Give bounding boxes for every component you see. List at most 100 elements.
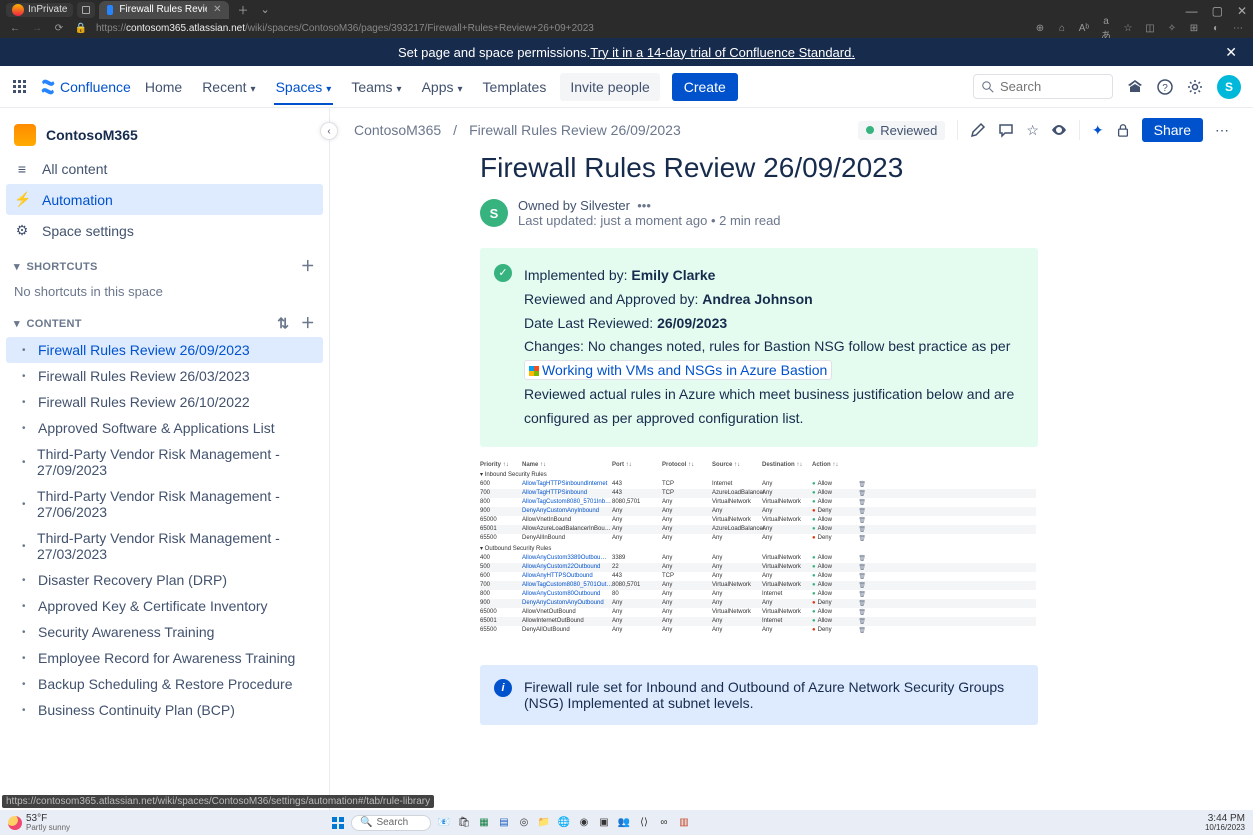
toolbar-separator <box>957 120 958 140</box>
content-tree-item[interactable]: •Third-Party Vendor Risk Management - 27… <box>6 525 323 567</box>
promo-link[interactable]: Try it in a 14-day trial of Confluence S… <box>590 45 855 60</box>
lock-icon[interactable] <box>1116 123 1130 137</box>
sidebar-item-all-content[interactable]: ≡ All content <box>0 154 329 184</box>
window-close-button[interactable]: ✕ <box>1237 4 1247 18</box>
search-input[interactable] <box>1000 79 1104 94</box>
content-tree-item[interactable]: •Third-Party Vendor Risk Management - 27… <box>6 441 323 483</box>
content-tree-item[interactable]: •Firewall Rules Review 26/09/2023 <box>6 337 323 363</box>
refresh-button[interactable]: ⟳ <box>52 23 66 34</box>
global-search[interactable] <box>973 74 1113 99</box>
back-button[interactable]: ← <box>8 23 22 34</box>
content-tree-item[interactable]: •Approved Software & Applications List <box>6 415 323 441</box>
share-button[interactable]: Share <box>1142 118 1203 142</box>
breadcrumb-space[interactable]: ContosoM365 <box>354 122 441 138</box>
taskbar-app-vs[interactable]: ∞ <box>657 816 671 830</box>
forward-button[interactable]: → <box>30 23 44 34</box>
promo-close-icon[interactable]: ✕ <box>1225 44 1237 61</box>
split-icon[interactable]: ◫ <box>1143 23 1157 34</box>
ai-icon[interactable]: ✦ <box>1092 122 1104 139</box>
taskbar-app-outlook[interactable]: 📧 <box>437 816 451 830</box>
new-tab-button[interactable]: ＋ <box>233 2 252 18</box>
content-tree-item[interactable]: •Third-Party Vendor Risk Management - 27… <box>6 483 323 525</box>
microsoft-icon <box>529 366 539 376</box>
space-header[interactable]: ContosoM365 <box>0 116 329 154</box>
edit-icon[interactable] <box>970 122 986 138</box>
browser-profile-badge[interactable]: InPrivate <box>6 3 73 17</box>
taskbar-app-word[interactable]: ▤ <box>497 816 511 830</box>
collections-icon[interactable]: ✧ <box>1165 23 1179 34</box>
chevron-down-icon[interactable]: ▾ <box>14 318 20 330</box>
nav-home[interactable]: Home <box>143 69 184 105</box>
add-shortcut-button[interactable]: ＋ <box>301 256 315 276</box>
taskbar-app-chrome[interactable]: ◉ <box>577 816 591 830</box>
more-actions-icon[interactable]: ⋯ <box>1215 122 1229 139</box>
sidebar-item-space-settings[interactable]: ⚙ Space settings <box>0 215 329 246</box>
tab-workspaces[interactable] <box>77 2 95 18</box>
address-bar[interactable]: https://contosom365.atlassian.net/wiki/s… <box>96 23 594 34</box>
taskbar-app-ppt[interactable]: ▥ <box>677 816 691 830</box>
invite-button[interactable]: Invite people <box>560 73 659 101</box>
taskbar-app-code[interactable]: ⟨⟩ <box>637 816 651 830</box>
notifications-icon[interactable] <box>1127 79 1143 95</box>
favorites-icon[interactable]: ☆ <box>1121 23 1135 34</box>
content-tree-item[interactable]: •Firewall Rules Review 26/10/2022 <box>6 389 323 415</box>
taskbar-app-explorer[interactable]: 📁 <box>537 816 551 830</box>
shopping-icon[interactable]: ⌂ <box>1055 23 1069 34</box>
sidebar-collapse-button[interactable]: ‹ <box>320 122 338 140</box>
content-tree-item[interactable]: •Approved Key & Certificate Inventory <box>6 593 323 619</box>
content-tree-item[interactable]: •Security Awareness Training <box>6 619 323 645</box>
taskbar-app-excel[interactable]: ▦ <box>477 816 491 830</box>
content-filter-icon[interactable]: ⇅ <box>277 315 289 331</box>
profile-avatar-icon <box>12 4 24 16</box>
breadcrumb-page[interactable]: Firewall Rules Review 26/09/2023 <box>469 122 681 138</box>
taskbar-app-copilot[interactable]: ◎ <box>517 816 531 830</box>
taskbar-search[interactable]: 🔍 Search <box>351 815 431 831</box>
taskbar-app-terminal[interactable]: ▣ <box>597 816 611 830</box>
watch-icon[interactable] <box>1051 122 1067 138</box>
user-avatar[interactable]: S <box>1217 75 1241 99</box>
chevron-down-icon[interactable]: ▾ <box>14 261 20 273</box>
start-button[interactable] <box>331 816 345 830</box>
owner-avatar[interactable]: S <box>480 199 508 227</box>
tab-menu-button[interactable]: ⌄ <box>256 3 273 16</box>
create-button[interactable]: Create <box>672 73 738 101</box>
extensions-icon[interactable]: ⊞ <box>1187 23 1201 34</box>
content-tree-item[interactable]: •Employee Record for Awareness Training <box>6 645 323 671</box>
add-content-button[interactable]: ＋ <box>301 315 315 331</box>
window-maximize-button[interactable]: ▢ <box>1212 4 1223 18</box>
taskbar-clock[interactable]: 3:44 PM 10/16/2023 <box>1205 814 1245 832</box>
browser-chrome: InPrivate Firewall Rules Review 26/09/20… <box>0 0 1253 38</box>
taskbar-app-teams[interactable]: 👥 <box>617 816 631 830</box>
owner-more-icon[interactable]: ••• <box>637 198 651 213</box>
page-status-pill[interactable]: Reviewed <box>858 121 945 140</box>
profile-icon[interactable]: ◐ <box>1209 23 1223 34</box>
azure-link[interactable]: Working with VMs and NSGs in Azure Basti… <box>524 360 832 380</box>
rules-row: 400AllowAnyCustom3389Outbou…3389AnyAnyVi… <box>480 554 1036 563</box>
nav-apps[interactable]: Apps <box>420 69 465 105</box>
zoom-icon[interactable]: ⊕ <box>1033 23 1047 34</box>
nav-templates[interactable]: Templates <box>481 69 549 105</box>
nav-recent[interactable]: Recent <box>200 69 257 105</box>
taskbar-app-store[interactable]: 🛍 <box>457 816 471 830</box>
settings-icon[interactable] <box>1187 79 1203 95</box>
content-tree-item[interactable]: •Firewall Rules Review 26/03/2023 <box>6 363 323 389</box>
browser-tab-active[interactable]: Firewall Rules Review 26/09/20… ✕ <box>99 1 229 19</box>
nav-teams[interactable]: Teams <box>349 69 403 105</box>
content-tree-item[interactable]: •Business Continuity Plan (BCP) <box>6 697 323 723</box>
content-tree-item[interactable]: •Backup Scheduling & Restore Procedure <box>6 671 323 697</box>
tab-close-icon[interactable]: ✕ <box>213 4 221 15</box>
nav-spaces[interactable]: Spaces <box>274 69 334 105</box>
app-switcher-icon[interactable] <box>12 79 28 95</box>
star-icon[interactable]: ☆ <box>1026 122 1039 139</box>
more-icon[interactable]: ⋯ <box>1231 23 1245 34</box>
taskbar-app-edge[interactable]: 🌐 <box>557 816 571 830</box>
breadcrumb-separator: / <box>451 122 459 138</box>
content-tree-item[interactable]: •Disaster Recovery Plan (DRP) <box>6 567 323 593</box>
help-icon[interactable]: ? <box>1157 79 1173 95</box>
read-aloud-icon[interactable]: Aᵇ <box>1077 23 1091 34</box>
window-minimize-button[interactable]: — <box>1186 4 1198 18</box>
comment-icon[interactable] <box>998 122 1014 138</box>
confluence-logo[interactable]: Confluence <box>40 79 131 95</box>
sidebar-item-automation[interactable]: ⚡ Automation <box>6 184 323 215</box>
taskbar-weather[interactable]: 53°F Partly sunny <box>8 814 70 832</box>
